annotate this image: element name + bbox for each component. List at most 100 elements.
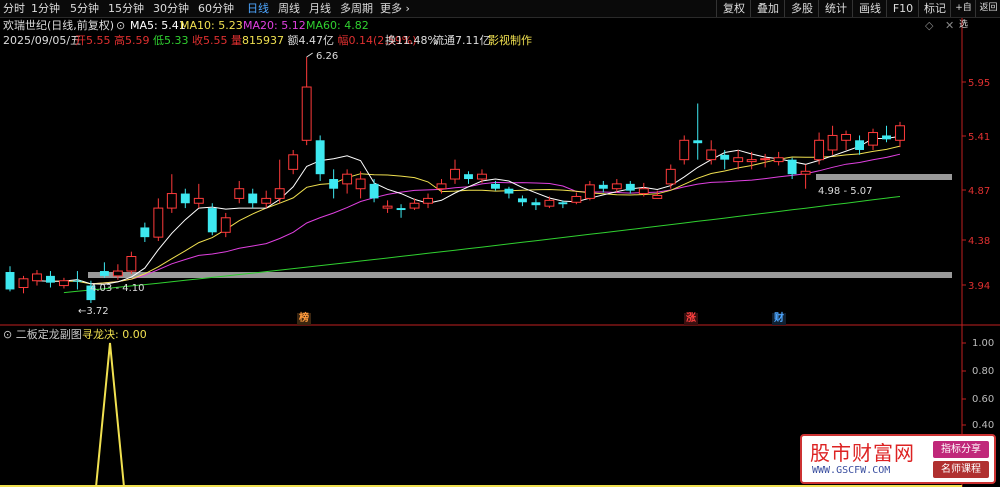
marker-limit-up[interactable]: 涨 bbox=[684, 313, 698, 325]
period-multi[interactable]: 多周期 bbox=[340, 1, 373, 16]
ma20-label: MA20: 5.12 bbox=[243, 19, 306, 32]
candle-body bbox=[288, 154, 299, 170]
back-button[interactable]: 返回 bbox=[975, 0, 1000, 17]
period-15min[interactable]: 15分钟 bbox=[108, 1, 144, 16]
price-tick: 5.41 bbox=[968, 132, 991, 143]
stats-button[interactable]: 统计 bbox=[818, 0, 853, 17]
candle-body bbox=[180, 193, 190, 204]
period-monthly[interactable]: 月线 bbox=[309, 1, 331, 16]
candle-body bbox=[99, 271, 109, 276]
candle-body bbox=[220, 217, 231, 233]
candle-body bbox=[679, 139, 690, 161]
adjust-button[interactable]: 复权 bbox=[716, 0, 751, 17]
draw-line-button[interactable]: 画线 bbox=[852, 0, 887, 17]
candle-body bbox=[301, 86, 312, 141]
period-5min[interactable]: 5分钟 bbox=[70, 1, 99, 16]
candle-body bbox=[706, 149, 717, 161]
period-60min[interactable]: 60分钟 bbox=[198, 1, 234, 16]
candle-body bbox=[193, 197, 204, 204]
candle-body bbox=[531, 202, 541, 206]
settings-toggle-icon[interactable]: ⊙ bbox=[116, 19, 125, 32]
candle-body bbox=[882, 135, 891, 140]
sub-axis-tick: 0.80 bbox=[972, 366, 995, 377]
overlay-button[interactable]: 叠加 bbox=[750, 0, 785, 17]
period-weekly[interactable]: 周线 bbox=[278, 1, 300, 16]
candle-body bbox=[46, 275, 55, 283]
candle-body bbox=[693, 140, 703, 144]
candle-body bbox=[140, 227, 150, 238]
period-more[interactable]: 更多 › bbox=[380, 1, 410, 16]
float-cap-info: 流通7.11亿 bbox=[433, 34, 491, 47]
candle-body bbox=[18, 278, 29, 289]
candle-body bbox=[491, 183, 500, 189]
price-tick: 3.94 bbox=[968, 281, 991, 292]
candle-body bbox=[261, 197, 272, 204]
close-icon[interactable]: ✕ bbox=[945, 19, 954, 32]
candle-body bbox=[598, 184, 608, 189]
ma5-label: MA5: 5.41 bbox=[130, 19, 186, 32]
candle-body bbox=[571, 195, 582, 203]
sub-axis-tick: 0.40 bbox=[972, 420, 995, 431]
ma10-label: MA10: 5.23 bbox=[180, 19, 243, 32]
candle-body bbox=[558, 202, 568, 205]
ohlc-info: 开5.55 高5.59 低5.33 收5.55 量815937 额4.47亿 幅… bbox=[75, 34, 417, 47]
candle-body bbox=[855, 140, 864, 150]
f10-button[interactable]: F10 bbox=[886, 0, 919, 17]
period-1min[interactable]: 1分钟 bbox=[31, 1, 60, 16]
sub-panel-toggle-icon[interactable]: ⊙ bbox=[3, 328, 12, 341]
candle-body bbox=[814, 139, 825, 161]
add-watchlist-button[interactable]: +自选 bbox=[950, 0, 976, 30]
candle-body bbox=[841, 133, 852, 141]
period-daily[interactable]: 日线 bbox=[247, 1, 269, 16]
multi-stock-button[interactable]: 多股 bbox=[784, 0, 819, 17]
price-tick: 5.95 bbox=[968, 78, 991, 89]
sub-axis-tick: 1.00 bbox=[972, 338, 995, 349]
candle-body bbox=[800, 170, 811, 175]
candle-body bbox=[329, 179, 339, 189]
candle-body bbox=[315, 140, 325, 175]
candle-body bbox=[652, 194, 663, 199]
support-band-label: 4.03 - 4.10 bbox=[90, 283, 145, 294]
candle-body bbox=[58, 280, 69, 287]
candle-body bbox=[166, 193, 177, 209]
candle-body bbox=[396, 208, 406, 211]
candle-body bbox=[733, 157, 744, 163]
site-watermark: 股市财富网 WWW.GSCFW.COM 指标分享 名师课程 bbox=[800, 434, 996, 484]
ma60-line bbox=[63, 196, 901, 294]
marker-financial[interactable]: 财 bbox=[772, 313, 786, 325]
candle-body bbox=[342, 173, 353, 185]
candle-body bbox=[746, 159, 757, 163]
candle-body bbox=[477, 173, 487, 180]
resistance-band bbox=[816, 174, 952, 180]
candle-body bbox=[436, 183, 447, 190]
candle-body bbox=[112, 270, 123, 277]
candle-body bbox=[153, 207, 164, 238]
low-price-label: ←3.72 bbox=[78, 306, 109, 317]
sub-indicator-value: 寻龙决: 0.00 bbox=[82, 328, 147, 341]
ma60-label: MA60: 4.82 bbox=[306, 19, 369, 32]
candle-body bbox=[32, 273, 42, 282]
period-intraday[interactable]: 分时 bbox=[3, 1, 25, 16]
diamond-icon[interactable]: ◇ bbox=[925, 19, 933, 32]
price-tick: 4.38 bbox=[968, 236, 991, 247]
candle-body bbox=[207, 208, 217, 233]
high-pointer bbox=[306, 52, 313, 58]
candle-body bbox=[544, 199, 555, 207]
mark-button[interactable]: 标记 bbox=[918, 0, 951, 17]
period-30min[interactable]: 30分钟 bbox=[153, 1, 189, 16]
candle-body bbox=[895, 125, 905, 141]
sub-axis-tick: 0.60 bbox=[972, 394, 995, 405]
watermark-brand: 股市财富网 bbox=[810, 441, 915, 465]
turnover-info: 换11.48% bbox=[385, 34, 438, 47]
watermark-tag-share: 指标分享 bbox=[933, 441, 989, 458]
stock-title: 欢瑞世纪(日线,前复权) bbox=[3, 19, 115, 32]
candle-body bbox=[625, 183, 635, 191]
candle-body bbox=[760, 158, 771, 161]
candle-body bbox=[274, 188, 285, 199]
candle-body bbox=[787, 159, 797, 175]
candle-body bbox=[5, 272, 15, 290]
marker-list[interactable]: 榜 bbox=[297, 313, 311, 325]
candle-body bbox=[504, 188, 514, 194]
kline-chart[interactable] bbox=[0, 0, 1000, 487]
candle-body bbox=[423, 197, 433, 204]
